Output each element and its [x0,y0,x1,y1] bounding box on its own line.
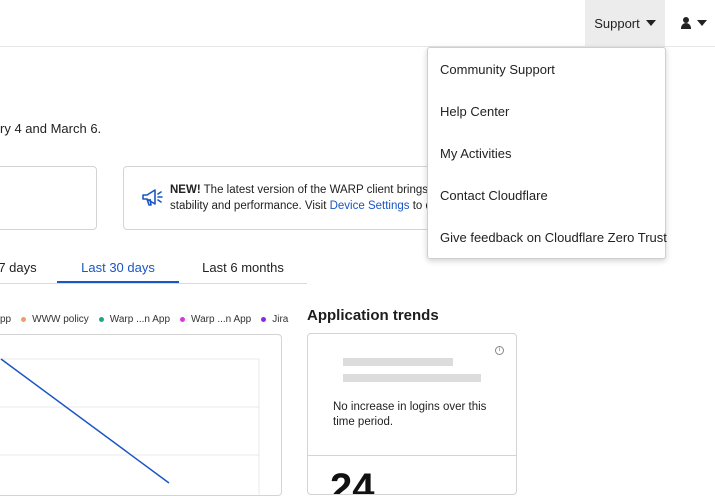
application-trends-card: i No increase in logins over this time p… [307,333,517,495]
support-label: Support [594,15,640,31]
top-bar: Support [0,0,715,47]
loading-skeleton [343,358,453,366]
menu-item-community-support[interactable]: Community Support [428,48,665,90]
tab-last-30-days[interactable]: Last 30 days [57,253,179,283]
tab-7-days[interactable]: 7 days [0,253,45,281]
legend-item[interactable]: Jira [261,314,288,325]
time-range-tabs: 7 days Last 30 days Last 6 months [0,253,307,284]
announcement-line1: The latest version of the WARP client br… [200,184,444,196]
user-menu-button[interactable] [672,0,715,46]
legend-item[interactable]: WWW policy [21,314,89,325]
legend-label: Warp ...n App [109,314,171,325]
menu-item-my-activities[interactable]: My Activities [428,132,665,174]
legend-item[interactable]: pp [0,314,11,325]
info-card [0,166,97,230]
tab-last-6-months[interactable]: Last 6 months [192,253,294,281]
legend-dot [180,317,186,322]
user-icon [680,17,692,29]
trend-chart [0,334,282,496]
megaphone-icon [142,189,163,206]
legend-dot [98,317,104,322]
announcement-card: NEW! The latest version of the WARP clie… [123,166,445,230]
series-line [0,358,170,484]
menu-item-give-feedback[interactable]: Give feedback on Cloudflare Zero Trust [428,216,667,258]
legend-label: WWW policy [32,314,89,325]
support-dropdown-menu: Community Support Help Center My Activit… [427,47,667,259]
legend-item[interactable]: Warp ...n App [180,314,251,325]
info-icon[interactable]: i [495,346,504,355]
legend-item[interactable]: Warp ...n App [98,314,171,325]
legend-dot [21,317,27,322]
application-trends-message: No increase in logins over this time per… [333,401,487,428]
loading-skeleton [343,374,481,382]
login-count: 24 [330,466,375,495]
chevron-down-icon [645,20,656,26]
menu-item-contact-cloudflare[interactable]: Contact Cloudflare [428,174,665,216]
divider [308,455,516,456]
trend-chart-svg [0,358,260,495]
support-menu-button[interactable]: Support [585,0,665,46]
chevron-down-icon [697,20,707,26]
legend-label: Jira [272,314,289,325]
announcement-text: NEW! The latest version of the WARP clie… [170,182,444,214]
chart-legend: pp WWW policy Warp ...n App Warp ...n Ap… [0,314,288,325]
page-subtitle: ry 4 and March 6. [0,121,102,136]
new-badge: NEW! [170,184,201,196]
legend-dot [261,317,267,322]
application-trends-title: Application trends [307,307,439,324]
menu-item-help-center[interactable]: Help Center [428,90,665,132]
legend-label: Warp ...n App [191,314,252,325]
announcement-line2-prefix: stability and performance. Visit [170,200,330,212]
legend-label: pp [0,314,12,325]
device-settings-link[interactable]: Device Settings [330,200,410,212]
